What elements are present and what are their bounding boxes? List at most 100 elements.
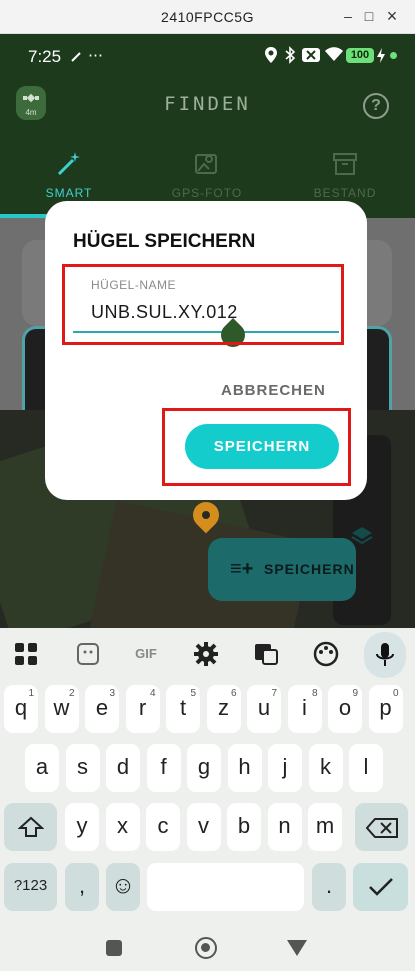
- translate-icon[interactable]: [252, 640, 280, 668]
- key-f[interactable]: f: [146, 744, 181, 792]
- key-hint: 3: [109, 688, 115, 699]
- save-dialog: HÜGEL SPEICHERN HÜGEL-NAME ABBRECHEN SPE…: [45, 201, 367, 500]
- layers-icon[interactable]: [350, 525, 374, 545]
- space-key[interactable]: [147, 863, 304, 911]
- key-a[interactable]: a: [25, 744, 59, 792]
- key-t[interactable]: t5: [166, 685, 200, 733]
- key-q[interactable]: q1: [4, 685, 38, 733]
- emoji-key[interactable]: ☺: [106, 863, 140, 911]
- key-x[interactable]: x: [105, 803, 140, 851]
- key-c[interactable]: c: [146, 803, 180, 851]
- key-r[interactable]: r4: [125, 685, 160, 733]
- key-label: u: [257, 695, 271, 720]
- status-time: 7:25: [28, 47, 62, 66]
- period-key[interactable]: .: [312, 863, 346, 911]
- key-label: r: [138, 695, 147, 720]
- minimize-button[interactable]: –: [340, 8, 356, 24]
- symbols-key[interactable]: ?123: [4, 863, 57, 911]
- back-icon[interactable]: [287, 940, 307, 956]
- sticker-icon[interactable]: [74, 640, 102, 668]
- battery-indicator: 100: [346, 48, 374, 63]
- palette-icon[interactable]: [312, 640, 340, 668]
- key-h[interactable]: h: [227, 744, 262, 792]
- location-icon: [265, 47, 277, 63]
- key-hint: 5: [190, 688, 196, 699]
- key-label: q: [14, 695, 28, 720]
- check-icon: [369, 878, 393, 896]
- maximize-button[interactable]: □: [361, 8, 377, 24]
- key-s[interactable]: s: [65, 744, 100, 792]
- data-off-icon: [302, 48, 320, 62]
- key-i[interactable]: i8: [287, 685, 322, 733]
- gear-icon[interactable]: [192, 640, 220, 668]
- save-fab[interactable]: ≡+ SPEICHERN: [208, 538, 356, 601]
- key-label: i: [302, 695, 307, 720]
- key-hint: 9: [352, 688, 358, 699]
- key-label: z: [218, 695, 229, 720]
- key-hint: 6: [230, 688, 237, 699]
- key-l[interactable]: l: [349, 744, 383, 792]
- key-w[interactable]: w2: [44, 685, 79, 733]
- key-z[interactable]: z6: [206, 685, 241, 733]
- key-p[interactable]: p0: [368, 685, 403, 733]
- key-n[interactable]: n: [267, 803, 302, 851]
- key-label: p: [379, 695, 392, 720]
- page-title: FINDEN: [164, 93, 251, 115]
- fab-label: SPEICHERN: [264, 561, 355, 577]
- highlight-box: [62, 264, 344, 345]
- window-title-bar: 2410FPCC5G – □ ×: [0, 0, 415, 34]
- key-m[interactable]: m: [308, 803, 342, 851]
- key-d[interactable]: d: [106, 744, 140, 792]
- app-bar: 4m FINDEN ?: [0, 78, 415, 140]
- keyboard: GIF q1w2e3r4t5z6u7i8o9p0 asdfghjkl yxcvb…: [0, 628, 415, 971]
- dialog-title: HÜGEL SPEICHERN: [73, 231, 256, 252]
- key-hint: 7: [271, 688, 277, 699]
- key-label: t: [179, 695, 187, 720]
- key-hint: 2: [68, 688, 75, 699]
- charging-icon: [377, 48, 385, 63]
- key-hint: 4: [149, 688, 156, 699]
- comma-key[interactable]: ,: [65, 863, 99, 911]
- map-pin-dot: [202, 511, 210, 519]
- status-bar: 7:25 ⋯ 100: [0, 34, 415, 78]
- mic-icon: [376, 643, 394, 666]
- close-button[interactable]: ×: [384, 7, 400, 25]
- tab-label: BESTAND: [313, 186, 377, 200]
- mic-button[interactable]: [364, 632, 406, 678]
- tab-label: GPS-FOTO: [171, 186, 243, 200]
- playlist-add-icon: ≡+: [230, 558, 254, 580]
- shift-icon: [18, 816, 44, 837]
- key-y[interactable]: y: [65, 803, 99, 851]
- gif-button[interactable]: GIF: [128, 640, 164, 668]
- tab-label: SMART: [45, 186, 93, 200]
- shift-key[interactable]: [4, 803, 57, 851]
- key-label: w: [53, 695, 70, 720]
- key-hint: 0: [392, 688, 399, 699]
- notification-dot: [390, 52, 397, 59]
- backspace-icon: [366, 818, 398, 838]
- key-j[interactable]: j: [268, 744, 302, 792]
- apps-icon[interactable]: [12, 640, 40, 668]
- home-icon[interactable]: [195, 937, 217, 959]
- key-label: e: [95, 695, 109, 720]
- archive-icon: [333, 153, 357, 175]
- key-u[interactable]: u7: [247, 685, 281, 733]
- key-o[interactable]: o9: [328, 685, 362, 733]
- key-hint: 1: [28, 688, 34, 699]
- key-k[interactable]: k: [308, 744, 343, 792]
- backspace-key[interactable]: [355, 803, 408, 851]
- magic-wand-icon: [57, 152, 80, 176]
- cancel-button[interactable]: ABBRECHEN: [221, 382, 326, 399]
- image-search-icon: [195, 154, 217, 174]
- more-icon: ⋯: [88, 47, 103, 64]
- key-g[interactable]: g: [187, 744, 221, 792]
- key-e[interactable]: e3: [85, 685, 119, 733]
- key-label: o: [338, 695, 352, 720]
- recents-icon[interactable]: [106, 940, 122, 956]
- help-icon[interactable]: ?: [363, 93, 389, 119]
- enter-key[interactable]: [353, 863, 408, 911]
- key-b[interactable]: b: [227, 803, 261, 851]
- wifi-icon: [325, 47, 343, 61]
- key-v[interactable]: v: [186, 803, 221, 851]
- wrench-icon: [71, 52, 81, 62]
